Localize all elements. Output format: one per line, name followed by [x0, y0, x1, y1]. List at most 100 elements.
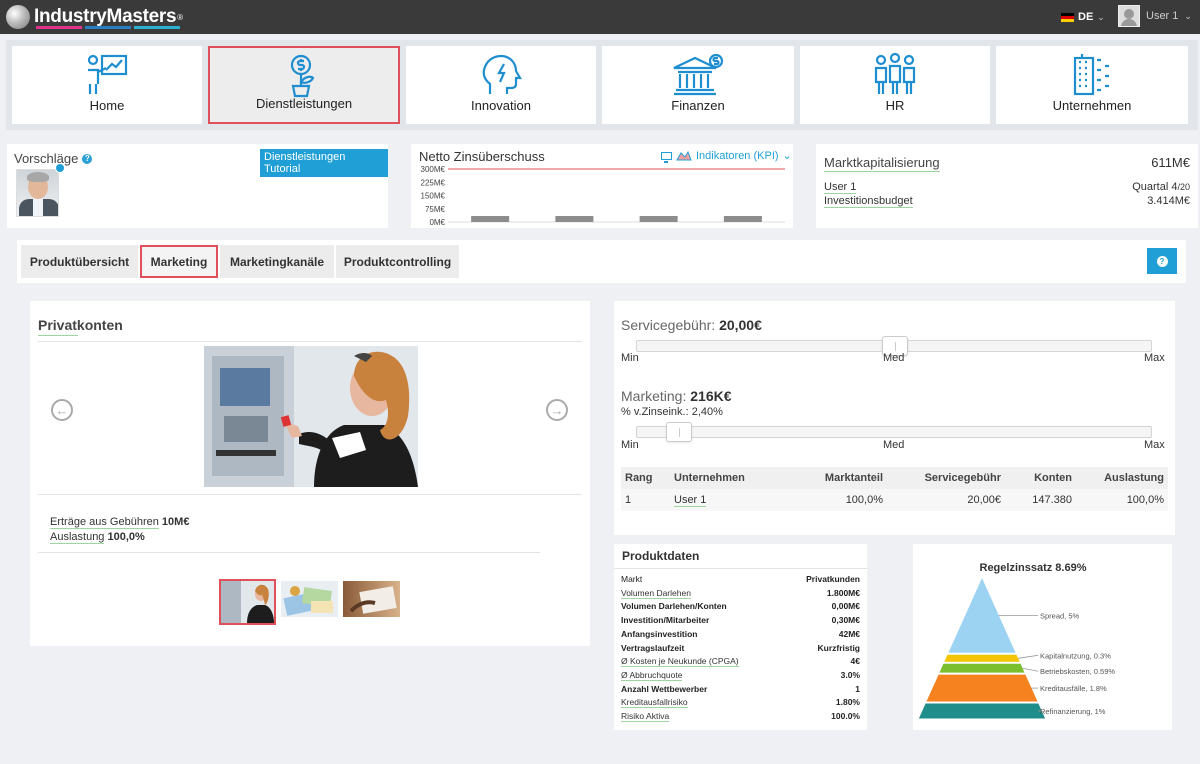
thumbnail-handshake[interactable]: [343, 581, 400, 617]
module-nav: Home Dienstleistungen Innovation Finanze…: [6, 40, 1198, 130]
thumbnail-documents[interactable]: [281, 581, 338, 617]
help-icon[interactable]: ?: [82, 153, 93, 164]
column-header[interactable]: Marktanteil: [787, 467, 887, 489]
product-data-key[interactable]: Ø Kosten je Neukunde (CPGA): [621, 656, 739, 668]
marketing-value: 216K€: [690, 388, 732, 404]
bar[interactable]: [723, 216, 762, 222]
load-value: 100,0%: [107, 531, 145, 543]
nav-tile-innovation[interactable]: Innovation: [406, 46, 596, 124]
marketing-slider[interactable]: [636, 422, 1152, 442]
budget-row: Investitionsbudget 3.414M€: [824, 195, 1190, 208]
next-arrow-icon[interactable]: →: [546, 399, 568, 421]
product-data-value: 100.0%: [831, 711, 860, 721]
registered-mark: ®: [177, 12, 184, 22]
segment-label: Kapitalnutzung, 0.3%: [1040, 651, 1111, 660]
advisor-portrait[interactable]: [16, 169, 59, 217]
column-header[interactable]: Servicegebühr: [887, 467, 1005, 489]
list-item: Risiko Aktiva 100.0%: [621, 711, 860, 722]
chevron-down-icon: ⌄: [1184, 10, 1192, 21]
list-item: Ø Abbruchquote 3.0%: [621, 670, 860, 681]
column-header[interactable]: Unternehmen: [670, 467, 787, 489]
service-fee-cell: 20,00€: [887, 489, 1005, 511]
list-item: Investition/Mitarbeiter 0,30M€: [621, 615, 860, 625]
service-fee-slider[interactable]: [636, 336, 1152, 356]
market-share-cell: 100,0%: [787, 489, 887, 511]
tab-marketingkanaele[interactable]: Marketingkanäle: [220, 245, 334, 278]
tab-produktcontrolling[interactable]: Produktcontrolling: [336, 245, 459, 278]
bar[interactable]: [639, 216, 678, 222]
market-cap-value: 611M€: [1151, 155, 1190, 170]
pricing-sliders-card: Servicegebühr: 20,00€ Min Med Max Market…: [614, 301, 1175, 535]
thumbnail-atm[interactable]: [219, 579, 276, 625]
product-data-key[interactable]: Risiko Aktiva: [621, 711, 670, 722]
kpi-bar-chart: 300M€ 225M€ 150M€ 75M€ 0M€: [421, 165, 785, 227]
list-item: Markt Privatkunden: [621, 574, 860, 584]
market-cap-title: Marktkapitalisierung: [824, 155, 940, 172]
nav-tile-hr[interactable]: HR: [800, 46, 990, 124]
product-data-value: Kurzfristig: [817, 642, 861, 653]
service-fee-label: Servicegebühr: 20,00€: [621, 317, 762, 333]
column-header[interactable]: Konten: [1005, 467, 1076, 489]
load-cell: 100,0%: [1076, 489, 1168, 511]
nav-tile-home[interactable]: Home: [12, 46, 202, 124]
german-flag-icon: [1061, 12, 1074, 22]
bar[interactable]: [471, 216, 510, 222]
presentation-chart-icon: [87, 54, 128, 94]
load-label: Auslastung: [50, 531, 105, 544]
y-tick-label: 75M€: [425, 205, 446, 214]
divider: [614, 568, 867, 569]
nav-label: Innovation: [471, 98, 531, 113]
product-data-key[interactable]: Kreditausfallrisiko: [621, 697, 688, 709]
avatar: [1118, 5, 1140, 27]
product-data-value: 1.80%: [835, 697, 860, 708]
product-data-key: Anfangsinvestition: [621, 628, 698, 639]
column-header[interactable]: Auslastung: [1076, 467, 1168, 489]
language-selector[interactable]: DE ⌄: [1061, 11, 1105, 23]
product-data-key[interactable]: Volumen Darlehen: [621, 588, 691, 599]
prev-arrow-icon[interactable]: ←: [51, 399, 73, 421]
tutorial-button[interactable]: Dienstleistungen Tutorial: [260, 149, 388, 177]
service-fee-caption: Servicegebühr:: [621, 317, 716, 333]
nav-tile-finanzen[interactable]: Finanzen: [602, 46, 794, 124]
pyramid-segment[interactable]: [918, 703, 1046, 719]
product-data-value: 4€: [850, 656, 860, 667]
pyramid-segment[interactable]: [939, 663, 1025, 673]
product-image-atm: [204, 346, 418, 487]
help-icon: ?: [1156, 255, 1168, 267]
pyramid-title: Regelzinssatz 8.69%: [980, 562, 1087, 574]
nav-label: Unternehmen: [1052, 98, 1132, 113]
product-data-key[interactable]: Ø Abbruchquote: [621, 670, 683, 681]
product-title: Privatkonten: [38, 317, 123, 336]
pyramid-segment[interactable]: [926, 674, 1038, 702]
bar[interactable]: [555, 216, 594, 222]
help-button[interactable]: ?: [1147, 248, 1177, 274]
list-item: Volumen Darlehen 1.800M€: [621, 588, 860, 599]
nav-label: Dienstleistungen: [255, 96, 353, 111]
globe-icon: [6, 5, 30, 29]
nav-tile-unternehmen[interactable]: Unternehmen: [996, 46, 1188, 124]
y-tick-label: 225M€: [421, 178, 446, 187]
product-data-title: Produktdaten: [622, 549, 700, 563]
head-idea-icon: [482, 54, 522, 94]
nav-tile-dienstleistungen[interactable]: Dienstleistungen: [208, 46, 400, 124]
rank-cell: 1: [621, 489, 670, 511]
slider-handle[interactable]: [666, 422, 693, 442]
user-link[interactable]: User 1: [824, 181, 857, 194]
pyramid-segment[interactable]: [944, 654, 1020, 662]
y-tick-label: 0M€: [429, 218, 445, 227]
user-menu[interactable]: User 1 ⌄: [1118, 5, 1192, 27]
company-link[interactable]: User 1: [674, 494, 707, 507]
app-logo[interactable]: IndustryMasters ®: [6, 2, 183, 32]
product-data-key: Markt: [621, 574, 643, 584]
tab-marketing[interactable]: Marketing: [140, 245, 218, 278]
nav-label: Finanzen: [671, 98, 725, 113]
slider-max-label: Max: [1144, 439, 1165, 451]
bank-building-icon: [673, 53, 724, 96]
money-plant-icon: [290, 54, 315, 98]
product-data-value: 0,30M€: [831, 615, 860, 626]
slider-med-label: Med: [883, 352, 905, 364]
marketing-share-label: % v.Zinseink.: 2,40%: [621, 406, 723, 418]
column-header[interactable]: Rang: [621, 467, 670, 489]
tab-produktuebersicht[interactable]: Produktübersicht: [21, 245, 138, 278]
product-data-value: 1.800M€: [826, 587, 860, 598]
